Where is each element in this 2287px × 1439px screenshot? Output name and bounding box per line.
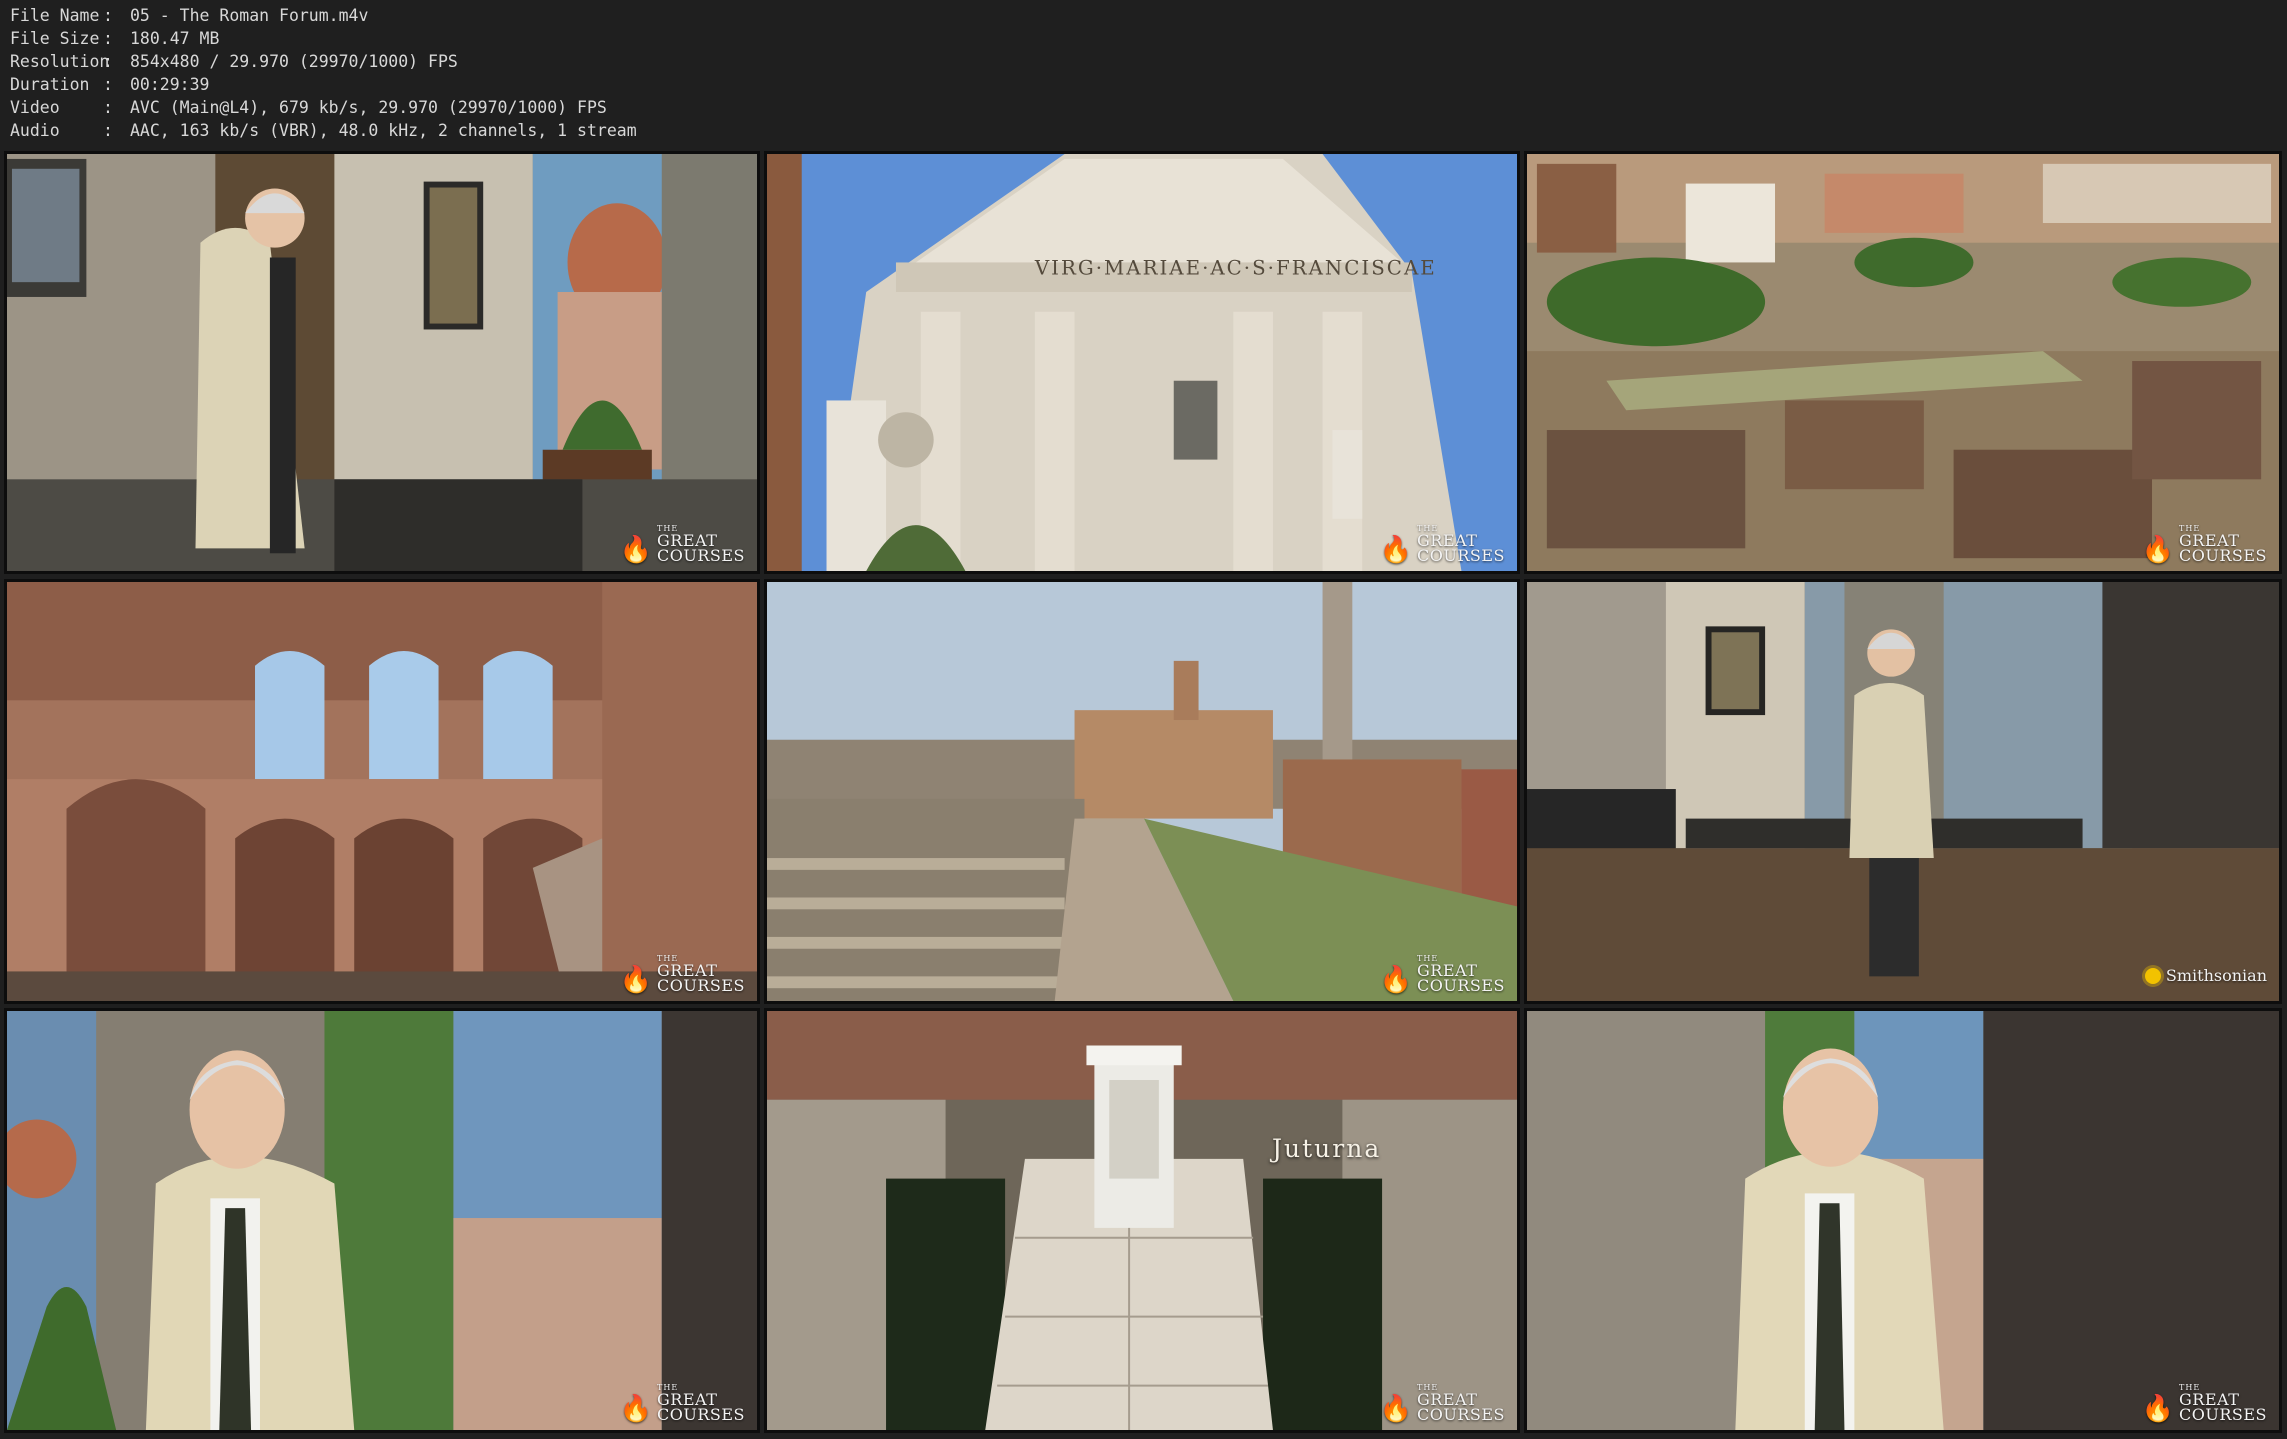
- logo-line2: COURSES: [1417, 546, 1505, 565]
- torch-icon: 🔥: [619, 965, 652, 995]
- great-courses-logo: 🔥 THE GREAT COURSES: [2141, 525, 2267, 565]
- torch-icon: 🔥: [619, 1394, 652, 1424]
- forum-path-image: [767, 582, 1517, 1001]
- logo-line2: COURSES: [657, 546, 745, 565]
- basilica-arches-image: [7, 582, 757, 1001]
- video-thumbnail-9[interactable]: 🔥 THE GREAT COURSES: [1524, 1008, 2282, 1433]
- logo-line2: COURSES: [2179, 546, 2267, 565]
- church-facade-image: VIRG·MARIAE·AC·S·FRANCISCAE: [767, 154, 1517, 571]
- video-thumbnail-7[interactable]: 🔥 THE GREAT COURSES: [4, 1008, 760, 1433]
- logo-line2: COURSES: [2179, 1405, 2267, 1424]
- video-thumbnail-8[interactable]: Juturna 🔥 THE GREAT COURSES: [764, 1008, 1520, 1433]
- great-courses-logo: 🔥 THE GREAT COURSES: [619, 955, 745, 995]
- thumbnail-grid: 🔥 THE GREAT COURSES VIRG·MARIAE·AC·S·FRANC…: [0, 0, 2287, 1439]
- great-courses-logo: 🔥 THE GREAT COURSES: [2141, 1384, 2267, 1424]
- video-thumbnail-3[interactable]: 🔥 THE GREAT COURSES: [1524, 151, 2282, 574]
- great-courses-logo: 🔥 THE GREAT COURSES: [1379, 955, 1505, 995]
- lecturer-studio-wide-image: [1527, 582, 2279, 1001]
- smithsonian-logo: Smithsonian: [2144, 966, 2267, 985]
- smithsonian-label: Smithsonian: [2165, 966, 2267, 985]
- torch-icon: 🔥: [1379, 965, 1412, 995]
- logo-line2: COURSES: [1417, 1405, 1505, 1424]
- aerial-forum-image: [1527, 154, 2279, 571]
- video-thumbnail-4[interactable]: 🔥 THE GREAT COURSES: [4, 579, 760, 1004]
- lecturer-closeup-right-image: [1527, 1011, 2279, 1430]
- great-courses-logo: 🔥 THE GREAT COURSES: [1379, 525, 1505, 565]
- torch-icon: 🔥: [2141, 1394, 2174, 1424]
- logo-line2: COURSES: [657, 976, 745, 995]
- torch-icon: 🔥: [1379, 535, 1412, 565]
- logo-line2: COURSES: [657, 1405, 745, 1424]
- lecturer-studio-image: [7, 154, 757, 571]
- torch-icon: 🔥: [2141, 535, 2174, 565]
- video-thumbnail-5[interactable]: 🔥 THE GREAT COURSES: [764, 579, 1520, 1004]
- torch-icon: 🔥: [619, 535, 652, 565]
- video-thumbnail-6[interactable]: Smithsonian: [1524, 579, 2282, 1004]
- juturna-shrine-image: [767, 1011, 1517, 1430]
- logo-line2: COURSES: [1417, 976, 1505, 995]
- great-courses-logo: 🔥 THE GREAT COURSES: [1379, 1384, 1505, 1424]
- torch-icon: 🔥: [1379, 1394, 1412, 1424]
- sun-icon: [2144, 967, 2161, 984]
- juturna-caption: Juturna: [1272, 1134, 1382, 1163]
- video-thumbnail-2[interactable]: VIRG·MARIAE·AC·S·FRANCISCAE 🔥 THE GREAT CO…: [764, 151, 1520, 574]
- great-courses-logo: 🔥 THE GREAT COURSES: [619, 525, 745, 565]
- great-courses-logo: 🔥 THE GREAT COURSES: [619, 1384, 745, 1424]
- video-thumbnail-1[interactable]: 🔥 THE GREAT COURSES: [4, 151, 760, 574]
- facade-inscription: VIRG·MARIAE·AC·S·FRANCISCAE: [1034, 256, 1437, 279]
- lecturer-closeup-image: [7, 1011, 757, 1430]
